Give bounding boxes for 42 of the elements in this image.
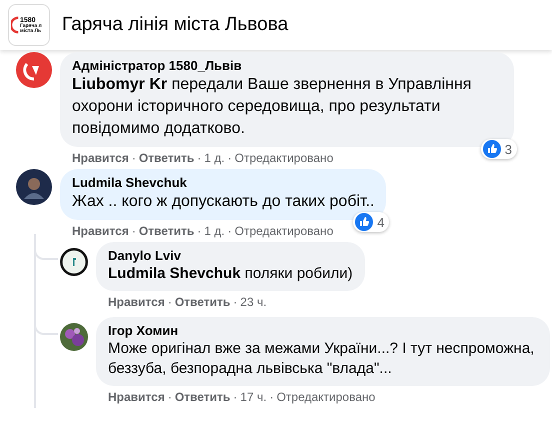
edited-label: Отредактировано (234, 224, 334, 238)
separator-dot: · (197, 151, 202, 165)
action-link[interactable]: Ответить (174, 390, 230, 404)
separator-dot: · (270, 390, 274, 404)
edited-label: Отредактировано (234, 151, 334, 165)
edited-label: Отредактировано (276, 390, 376, 404)
comment-text: Може оригінал вже за межами України...? І тут неспроможна, беззуба, безпорадна львівська "влада"... (108, 339, 536, 379)
comment-text: Liubomyr Kr передали Ваше звернення в Управління охорони історичного середовища, про результати повідомимо додатково. (72, 75, 472, 139)
action-link[interactable]: Нравится (108, 295, 165, 309)
comment-time[interactable]: 23 ч. (240, 295, 267, 309)
separator-dot: · (228, 151, 232, 165)
separator-dot: · (168, 390, 172, 404)
avatar-icon[interactable] (60, 323, 88, 351)
comment-time[interactable]: 1 д. (204, 224, 225, 238)
separator-dot: · (197, 224, 202, 238)
action-link[interactable]: Ответить (174, 295, 230, 309)
separator-dot: · (233, 295, 238, 309)
action-link[interactable]: Нравится (72, 224, 129, 238)
comment-text: Жах .. кого ж допускають до таких робіт.. (72, 192, 374, 212)
separator-dot: · (132, 224, 136, 238)
separator-dot: · (228, 224, 232, 238)
author-name[interactable]: Ludmila Shevchuk (72, 174, 374, 191)
thumbs-up-icon (482, 140, 501, 158)
separator-dot: · (132, 151, 136, 165)
separator-dot: · (233, 390, 238, 404)
separator-dot: · (168, 295, 172, 309)
author-name[interactable]: Адміністратор 1580_Львів (72, 57, 502, 74)
comment-time[interactable]: 17 ч. (240, 390, 267, 404)
action-link[interactable]: Нравится (108, 390, 165, 404)
reaction-badge[interactable]: 4 (353, 212, 390, 232)
avatar-icon[interactable] (60, 248, 88, 276)
author-name[interactable]: Ігор Хомин (108, 322, 538, 339)
action-link[interactable]: Ответить (138, 224, 194, 238)
thumbs-up-icon (355, 213, 374, 231)
page-title[interactable]: Гаряча лінія міста Львова (62, 14, 288, 36)
reaction-badge[interactable]: 3 (480, 139, 517, 159)
avatar-icon[interactable] (16, 169, 52, 205)
comment-time[interactable]: 1 д. (204, 151, 225, 165)
action-link[interactable]: Ответить (138, 151, 194, 165)
comment-text: Ludmila Shevchuk поляки робили) (108, 264, 353, 284)
author-name[interactable]: Danylo Lviv (108, 247, 353, 264)
action-link[interactable]: Нравится (72, 151, 129, 165)
